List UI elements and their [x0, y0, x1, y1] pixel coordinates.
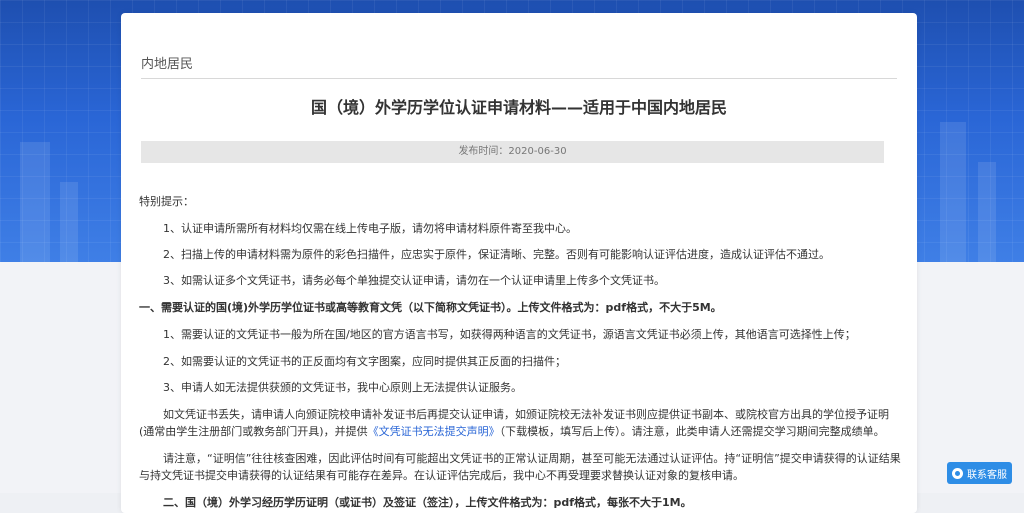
notice-item: 2、扫描上传的申请材料需为原件的彩色扫描件，应忠实于原件，保证清晰、完整。否则有…: [163, 248, 830, 261]
notice-item: 3、如需认证多个文凭证书，请务必每个单独提交认证申请，请勿在一个认证申请里上传多…: [163, 274, 665, 287]
section-item: 3、申请人如无法提供获颁的文凭证书，我中心原则上无法提供认证服务。: [163, 381, 522, 394]
paragraph-lost-certificate: 如文凭证书丢失，请申请人向颁证院校申请补发证书后再提交认证申请，如颁证院校无法补…: [163, 408, 889, 421]
paragraph-lost-certificate-cont: (通常由学生注册部门或教务部门开具)，并提供《文凭证书无法提交声明》（下载模板，…: [139, 425, 885, 438]
section-heading: 一、需要认证的国(境)外学历学位证书或高等教育文凭（以下简称文凭证书）。上传文件…: [139, 301, 722, 314]
article-title: 国（境）外学历学位认证申请材料——适用于中国内地居民: [310, 98, 727, 117]
section-item: 1、需要认证的文凭证书一般为所在国/地区的官方语言书写，如获得两种语言的文凭证书…: [163, 328, 856, 341]
section-heading-2: 二、国（境）外学习经历学历证明（或证书）及签证（签注），上传文件格式为：pdf格…: [163, 496, 692, 509]
breadcrumb[interactable]: 内地居民: [141, 53, 193, 72]
paragraph-note: 请注意，“证明信”往往核查困难，因此评估时间有可能超出文凭证书的正常认证周期，甚…: [163, 452, 901, 465]
notice-item: 1、认证申请所需所有材料均仅需在线上传电子版，请勿将申请材料原件寄至我中心。: [163, 222, 577, 235]
chat-icon: [952, 467, 963, 479]
publish-date-bar: 发布时间：2020-06-30: [141, 141, 884, 163]
publish-date: 发布时间：2020-06-30: [458, 146, 567, 157]
paragraph-note-cont: 与持文凭证书提交申请获得的认证结果有可能存在差异。在认证评估完成后，我中心不再受…: [139, 469, 744, 482]
notice-label: 特别提示：: [139, 195, 194, 208]
contact-service-label: 联系客服: [967, 469, 1007, 481]
section-item: 2、如需要认证的文凭证书的正反面均有文字图案，应同时提供其正反面的扫描件；: [163, 355, 566, 368]
statement-template-link[interactable]: 《文凭证书无法提交声明》: [368, 425, 500, 438]
article-card: 内地居民 国（境）外学历学位认证申请材料——适用于中国内地居民 发布时间：202…: [121, 13, 917, 513]
breadcrumb-divider: [141, 78, 897, 79]
contact-service-button[interactable]: 联系客服: [947, 462, 1012, 484]
